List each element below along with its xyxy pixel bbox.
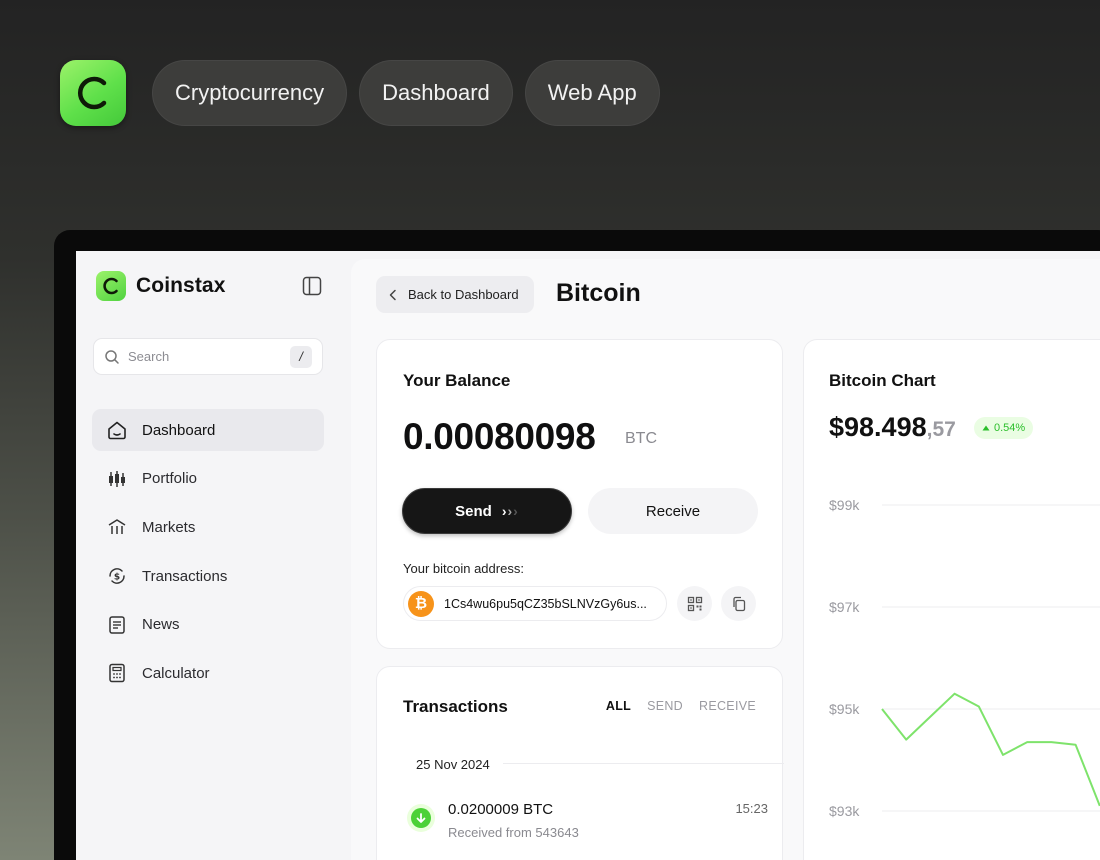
tag-list: Cryptocurrency Dashboard Web App: [152, 60, 660, 126]
receive-button[interactable]: Receive: [588, 488, 758, 534]
brand[interactable]: Coinstax: [96, 271, 226, 301]
price-chart[interactable]: $99k $97k $95k $93k: [804, 480, 1100, 820]
coinstax-logo-icon: [77, 76, 107, 110]
sidebar-item-news[interactable]: News: [92, 604, 324, 646]
balance-card: Your Balance 0.00080098 BTC Send ››› Rec…: [376, 339, 783, 649]
price-line-series: [881, 692, 1100, 807]
transaction-row[interactable]: 0.0200009 BTC Received from 543643 15:23: [403, 798, 768, 848]
transactions-icon: $: [109, 568, 125, 584]
filter-all[interactable]: ALL: [606, 699, 631, 713]
chevron-left-icon: [389, 289, 396, 300]
brand-name: Coinstax: [136, 274, 226, 297]
sidebar-item-label: Dashboard: [142, 421, 216, 439]
price-change: 0.54%: [994, 422, 1026, 434]
calculator-icon: [109, 664, 125, 683]
price-cents: ,57: [926, 418, 956, 441]
main-content: Back to Dashboard Bitcoin Your Balance 0…: [351, 259, 1100, 860]
markets-icon: [108, 519, 126, 535]
sidebar-item-markets[interactable]: Markets: [92, 506, 324, 548]
search-icon: [105, 349, 119, 364]
filter-receive[interactable]: RECEIVE: [699, 699, 756, 713]
search-input[interactable]: Search /: [93, 338, 323, 375]
chart-title: Bitcoin Chart: [829, 371, 936, 390]
bitcoin-price: $98.498,57: [829, 412, 956, 443]
candlestick-icon: [109, 470, 125, 487]
qr-code-button[interactable]: [677, 586, 712, 621]
svg-text:$: $: [114, 573, 120, 583]
transaction-time: 15:23: [735, 801, 768, 816]
sidebar-item-label: Portfolio: [142, 470, 198, 488]
app-screen: Coinstax Search / Dashboard Portfolio Ma…: [76, 251, 1100, 860]
triangle-up-icon: [982, 425, 990, 431]
price-dollars: $98.498: [829, 412, 927, 442]
sidebar-item-label: Markets: [142, 518, 196, 536]
send-label: Send: [455, 502, 492, 520]
transaction-date: 25 Nov 2024: [403, 753, 503, 775]
main-panel: Back to Dashboard Bitcoin Your Balance 0…: [351, 259, 1100, 860]
transaction-description: Received from 543643: [448, 825, 579, 840]
sidebar: Coinstax Search / Dashboard Portfolio Ma…: [76, 251, 351, 860]
home-icon: [108, 421, 126, 440]
brand-logo-icon: [96, 271, 126, 301]
y-tick-label: $95k: [829, 701, 860, 717]
sidebar-item-label: Calculator: [142, 664, 210, 682]
transactions-card: Transactions ALL SEND RECEIVE 25 Nov 202…: [376, 666, 784, 860]
bitcoin-address: 1Cs4wu6pu5qCZ35bSLNVzGy6us...: [444, 596, 647, 611]
copy-address-button[interactable]: [721, 586, 756, 621]
transaction-amount: 0.0200009 BTC: [448, 801, 554, 818]
copy-icon: [732, 596, 745, 611]
sidebar-item-transactions[interactable]: $ Transactions: [92, 555, 324, 597]
filter-send[interactable]: SEND: [647, 699, 683, 713]
page-title: Bitcoin: [556, 279, 641, 307]
back-button-label: Back to Dashboard: [408, 287, 519, 302]
back-to-dashboard-button[interactable]: Back to Dashboard: [376, 276, 534, 313]
price-change-badge: 0.54%: [974, 417, 1034, 439]
news-icon: [109, 616, 125, 634]
bitcoin-icon: ₿: [408, 590, 434, 617]
tag-web-app: Web App: [524, 60, 660, 126]
sidebar-item-dashboard[interactable]: Dashboard: [92, 409, 324, 451]
tag-dashboard: Dashboard: [359, 60, 513, 126]
balance-unit: BTC: [625, 430, 657, 447]
sidebar-item-portfolio[interactable]: Portfolio: [92, 458, 324, 500]
sidebar-item-label: News: [142, 616, 180, 634]
sidebar-item-calculator[interactable]: Calculator: [92, 652, 324, 694]
bitcoin-address-field[interactable]: ₿ 1Cs4wu6pu5qCZ35bSLNVzGy6us...: [403, 586, 667, 621]
received-icon: [407, 804, 435, 832]
chevrons-right-icon: ›››: [501, 503, 519, 519]
transactions-title: Transactions: [403, 697, 508, 716]
qr-code-icon: [687, 596, 702, 611]
app-logo: [60, 60, 126, 126]
address-label: Your bitcoin address:: [403, 561, 524, 576]
sidebar-nav: Dashboard Portfolio Markets $ Transactio…: [92, 409, 324, 701]
sidebar-toggle-icon[interactable]: [302, 276, 322, 296]
balance-title: Your Balance: [403, 371, 511, 390]
y-tick-label: $97k: [829, 599, 860, 615]
search-placeholder: Search: [128, 349, 170, 364]
send-button[interactable]: Send ›››: [402, 488, 572, 534]
tag-cryptocurrency: Cryptocurrency: [152, 60, 348, 126]
sidebar-item-label: Transactions: [142, 567, 228, 585]
balance-amount: 0.00080098: [403, 416, 596, 457]
bitcoin-chart-card: Bitcoin Chart $98.498,57 0.54% $99k $97k $…: [803, 339, 1100, 860]
transaction-filters: ALL SEND RECEIVE: [606, 699, 756, 713]
y-tick-label: $93k: [829, 803, 860, 819]
y-tick-label: $99k: [829, 497, 860, 513]
search-shortcut-key: /: [290, 345, 312, 368]
